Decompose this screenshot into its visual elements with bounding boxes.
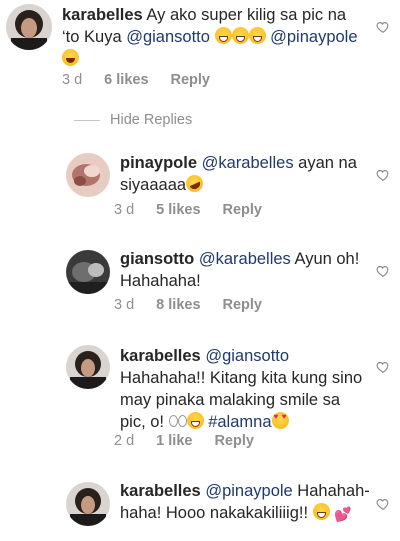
hashtag-link[interactable]: #alamna (208, 413, 271, 431)
comment-meta: 3 d 5 likes Reply (114, 202, 262, 218)
comment-meta: 3 d 8 likes Reply (114, 297, 262, 313)
comment-time: 2 d (114, 433, 135, 449)
grin-emoji-icon (312, 503, 330, 520)
comment-body: karabelles @giansotto Hahahaha!! Kitang … (120, 345, 370, 433)
likes-count[interactable]: 5 likes (156, 202, 200, 218)
mention-link[interactable]: @giansotto (205, 347, 289, 365)
comment-username[interactable]: pinaypole (120, 154, 197, 172)
eyes-emoji-icon (168, 415, 187, 427)
comment-username[interactable]: karabelles (120, 482, 201, 500)
reply-button[interactable]: Reply (214, 433, 254, 449)
like-heart-icon[interactable] (376, 360, 390, 374)
comment-body: giansotto @karabelles Ayun oh! Hahahaha! (120, 248, 370, 292)
hide-replies-label: Hide Replies (110, 112, 193, 128)
like-heart-icon[interactable] (376, 497, 390, 511)
rofl-emoji-icon (183, 172, 206, 195)
comment-body: karabelles Ay ako super kilig sa pic na … (62, 4, 362, 70)
avatar[interactable] (66, 482, 110, 526)
avatar[interactable] (66, 250, 110, 294)
likes-count[interactable]: 8 likes (156, 297, 200, 313)
mention-link[interactable]: @giansotto (126, 28, 210, 46)
reply-button[interactable]: Reply (223, 202, 263, 218)
comment-username[interactable]: karabelles (120, 347, 201, 365)
avatar[interactable] (6, 4, 52, 50)
reply-button[interactable]: Reply (223, 297, 263, 313)
reply-button[interactable]: Reply (171, 72, 211, 88)
comment-username[interactable]: giansotto (120, 250, 194, 268)
laugh-emoji-icon (62, 49, 79, 66)
like-heart-icon[interactable] (376, 20, 390, 34)
mention-link[interactable]: @karabelles (202, 154, 294, 172)
mention-link[interactable]: @karabelles (199, 250, 291, 268)
avatar[interactable] (66, 153, 110, 197)
mention-link[interactable]: @pinaypole (205, 482, 292, 500)
comment-body: pinaypole @karabelles ayan na siyaaaaa (120, 152, 360, 196)
comment-meta: 2 d 1 like Reply (114, 433, 254, 449)
mention-link[interactable]: @pinaypole (270, 28, 357, 46)
comment-username[interactable]: karabelles (62, 6, 143, 24)
heart-eyes-emoji-icon (271, 412, 289, 429)
avatar[interactable] (66, 345, 110, 389)
grin-emoji-icon (231, 27, 249, 44)
hide-replies-toggle[interactable]: Hide Replies (74, 112, 192, 128)
grin-emoji-icon (186, 412, 204, 429)
grin-emoji-icon (248, 27, 266, 44)
hearts-emoji-icon: 💕 (334, 506, 352, 522)
grin-emoji-icon (214, 27, 232, 44)
like-heart-icon[interactable] (376, 264, 390, 278)
likes-count[interactable]: 1 like (156, 433, 192, 449)
comment-meta: 3 d 6 likes Reply (62, 72, 210, 88)
divider-line (74, 119, 100, 121)
likes-count[interactable]: 6 likes (104, 72, 148, 88)
comment-body: karabelles @pinaypole Hahahah-haha! Hooo… (120, 480, 370, 525)
like-heart-icon[interactable] (376, 168, 390, 182)
comment-time: 3 d (114, 202, 135, 218)
comment-time: 3 d (62, 72, 83, 88)
comment-time: 3 d (114, 297, 135, 313)
